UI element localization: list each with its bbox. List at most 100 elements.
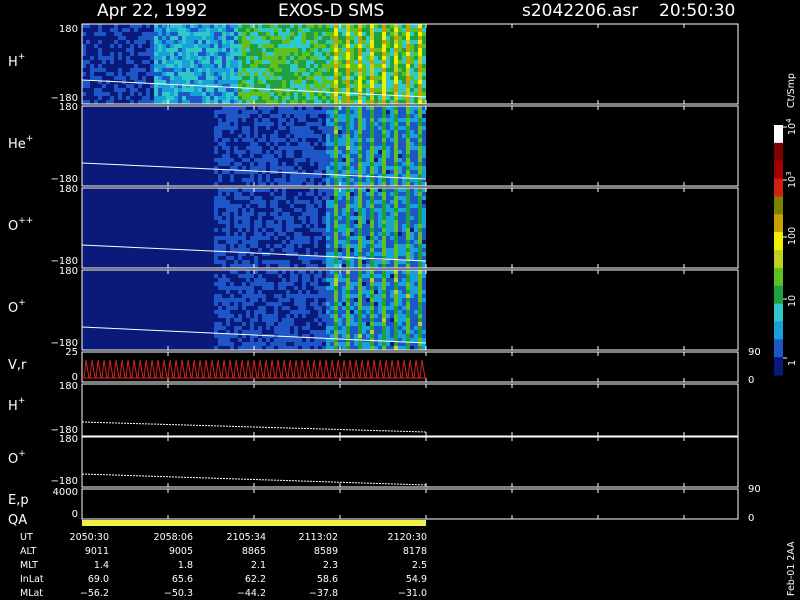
heatmap-cell: [250, 80, 254, 84]
heatmap-cell: [266, 110, 270, 114]
heatmap-cell: [274, 330, 278, 334]
heatmap-cell: [302, 36, 306, 40]
heatmap-cell: [294, 146, 298, 150]
heatmap-cell: [314, 264, 318, 268]
heatmap-cell: [398, 84, 402, 88]
heatmap-cell: [414, 270, 418, 274]
heatmap-cell: [414, 264, 418, 268]
heatmap-cell: [342, 106, 346, 110]
heatmap-cell: [346, 122, 350, 126]
heatmap-cell: [158, 72, 162, 76]
heatmap-cell: [342, 326, 346, 330]
heatmap-cell: [386, 264, 390, 268]
heatmap-cell: [354, 334, 358, 338]
heatmap-cell: [330, 216, 334, 220]
heatmap-cell: [318, 310, 322, 314]
heatmap-cell: [362, 192, 366, 196]
heatmap-cell: [262, 122, 266, 126]
heatmap-cell: [314, 76, 318, 80]
heatmap-cell: [342, 52, 346, 56]
heatmap-cell: [346, 150, 350, 154]
heatmap-cell: [418, 32, 422, 36]
heatmap-cell: [378, 204, 382, 208]
heatmap-cell: [118, 72, 122, 76]
heatmap-cell: [402, 80, 406, 84]
heatmap-cell: [410, 142, 414, 146]
heatmap-cell: [342, 134, 346, 138]
heatmap-cell: [266, 158, 270, 162]
heatmap-cell: [198, 92, 202, 96]
heatmap-cell: [402, 294, 406, 298]
heatmap-cell: [370, 72, 374, 76]
heatmap-cell: [214, 44, 218, 48]
heatmap-cell: [174, 44, 178, 48]
footer-cell: 9011: [85, 546, 109, 557]
heatmap-cell: [254, 232, 258, 236]
heatmap-cell: [282, 106, 286, 110]
heatmap-cell: [358, 224, 362, 228]
heatmap-cell: [354, 274, 358, 278]
heatmap-cell: [410, 286, 414, 290]
heatmap-cell: [398, 294, 402, 298]
heatmap-cell: [222, 36, 226, 40]
heatmap-cell: [182, 40, 186, 44]
heatmap-cell: [194, 60, 198, 64]
heatmap-cell: [230, 208, 234, 212]
heatmap-cell: [390, 326, 394, 330]
heatmap-cell: [166, 92, 170, 96]
heatmap-cell: [270, 346, 274, 350]
heatmap-cell: [314, 122, 318, 126]
heatmap-cell: [330, 138, 334, 142]
heatmap-cell: [382, 106, 386, 110]
heatmap-cell: [286, 52, 290, 56]
heatmap-cell: [266, 56, 270, 60]
heatmap-cell: [282, 282, 286, 286]
heatmap-cell: [362, 346, 366, 350]
heatmap-cell: [378, 154, 382, 158]
heatmap-cell: [402, 150, 406, 154]
heatmap-cell: [346, 72, 350, 76]
heatmap-cell: [274, 56, 278, 60]
heatmap-cell: [246, 44, 250, 48]
heatmap-cell: [366, 264, 370, 268]
heatmap-cell: [402, 302, 406, 306]
heatmap-cell: [342, 196, 346, 200]
heatmap-cell: [370, 274, 374, 278]
heatmap-cell: [406, 294, 410, 298]
heatmap-cell: [266, 260, 270, 264]
heatmap-cell: [386, 322, 390, 326]
heatmap-cell: [250, 318, 254, 322]
heatmap-cell: [242, 282, 246, 286]
heatmap-cell: [374, 154, 378, 158]
heatmap-cell: [334, 106, 338, 110]
heatmap-cell: [346, 274, 350, 278]
heatmap-cell: [402, 166, 406, 170]
heatmap-cell: [418, 154, 422, 158]
heatmap-cell: [218, 188, 222, 192]
heatmap-cell: [254, 48, 258, 52]
heatmap-cell: [346, 212, 350, 216]
heatmap-cell: [346, 126, 350, 130]
heatmap-cell: [226, 44, 230, 48]
heatmap-cell: [270, 342, 274, 346]
heatmap-cell: [382, 346, 386, 350]
heatmap-cell: [218, 72, 222, 76]
heatmap-cell: [326, 334, 330, 338]
heatmap-cell: [318, 110, 322, 114]
heatmap-cell: [278, 346, 282, 350]
heatmap-cell: [398, 228, 402, 232]
heatmap-cell: [382, 294, 386, 298]
heatmap-cell: [190, 48, 194, 52]
heatmap-cell: [242, 80, 246, 84]
heatmap-cell: [290, 338, 294, 342]
heatmap-cell: [354, 244, 358, 248]
heatmap-cell: [366, 44, 370, 48]
heatmap-cell: [370, 192, 374, 196]
heatmap-cell: [422, 118, 426, 122]
heatmap-cell: [346, 84, 350, 88]
heatmap-cell: [218, 56, 222, 60]
heatmap-cell: [318, 286, 322, 290]
heatmap-cell: [278, 64, 282, 68]
heatmap-cell: [398, 286, 402, 290]
heatmap-cell: [390, 196, 394, 200]
